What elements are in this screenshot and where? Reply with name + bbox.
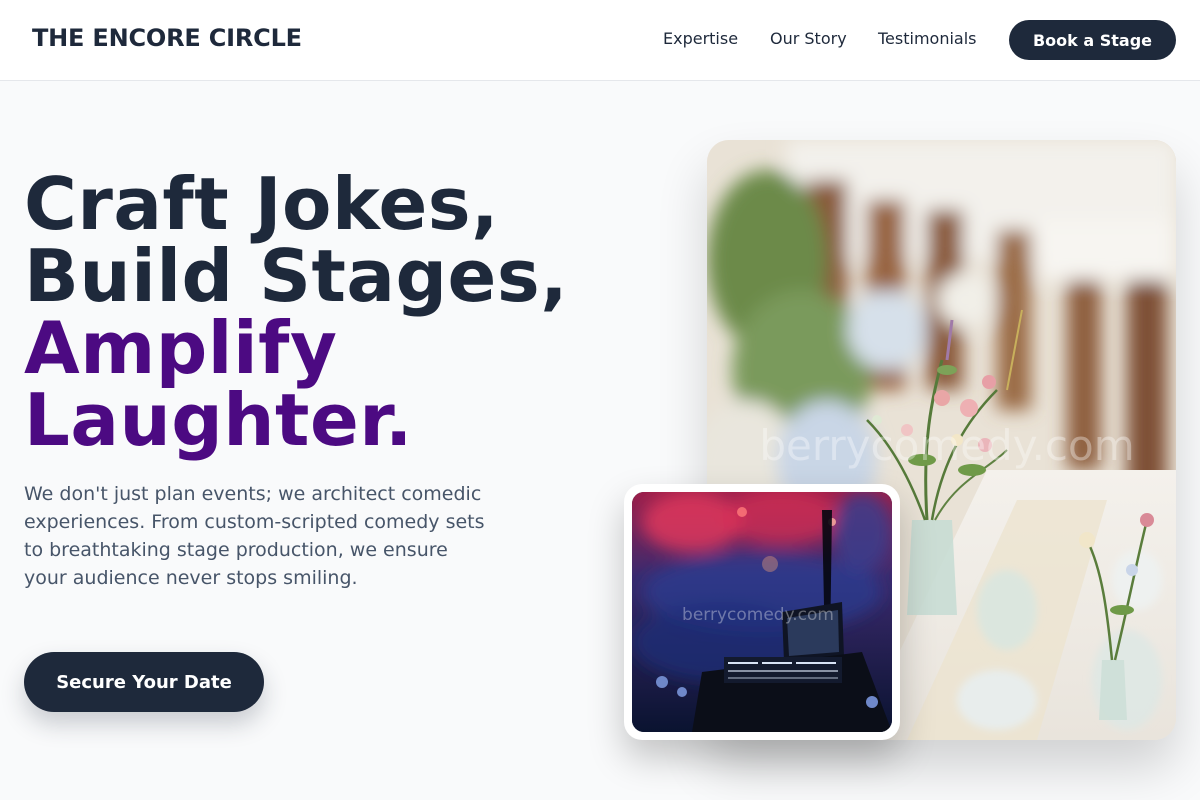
hero-headline: Craft Jokes, Build Stages, Amplify Laugh… — [24, 168, 624, 456]
headline-accent-line-2: Laughter. — [24, 378, 413, 462]
book-a-stage-button[interactable]: Book a Stage — [1009, 20, 1176, 60]
secure-your-date-button[interactable]: Secure Your Date — [24, 652, 264, 712]
headline-line-2: Build Stages, — [24, 234, 569, 318]
brand-logo[interactable]: THE ENCORE CIRCLE — [32, 24, 302, 52]
stage-sound-desk-photo: berrycomedy.com — [632, 492, 892, 732]
inset-image-watermark: berrycomedy.com — [682, 605, 834, 625]
nav-link-expertise[interactable]: Expertise — [663, 29, 738, 48]
inset-photo-frame: berrycomedy.com — [624, 484, 900, 740]
headline-line-1: Craft Jokes, — [24, 162, 499, 246]
hero-subtext: We don't just plan events; we architect … — [24, 483, 485, 589]
main-image-watermark: berrycomedy.com — [759, 421, 1134, 470]
nav-link-testimonials[interactable]: Testimonials — [878, 29, 977, 48]
site-header: THE ENCORE CIRCLE Expertise Our Story Te… — [0, 0, 1200, 81]
nav-link-our-story[interactable]: Our Story — [770, 29, 847, 48]
headline-accent-line-1: Amplify — [24, 306, 338, 390]
